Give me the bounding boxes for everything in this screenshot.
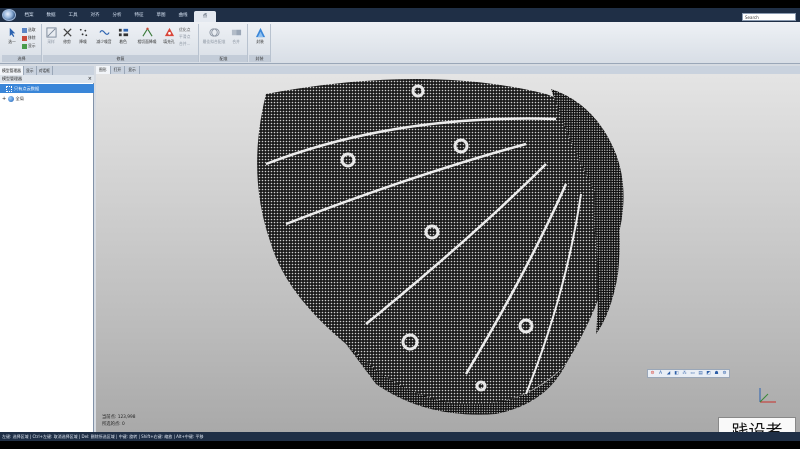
panel-tabs: 模型管理器 显示 对话框 — [0, 66, 94, 75]
expand-plus-icon[interactable]: + — [2, 96, 6, 102]
trim-button[interactable]: 修剪 — [59, 27, 75, 45]
fill-holes-icon — [164, 27, 174, 37]
mini-toolbar-button-6[interactable]: ▤ — [697, 371, 704, 377]
close-panel-icon[interactable]: × — [88, 75, 92, 83]
mini-toolbar-button-1[interactable]: A — [657, 371, 664, 377]
letterbox-bottom — [0, 441, 800, 449]
view-mini-toolbar: ⚙ A ◢ ◧ ⁂ ▭ ▤ ◩ ☗ ⚙ — [647, 369, 730, 378]
sample-button[interactable]: 采样 — [43, 27, 59, 45]
merge-more-button[interactable]: 合并... — [179, 41, 190, 47]
show-icon — [22, 43, 27, 49]
view-tab-0[interactable]: 图形 — [96, 66, 111, 74]
model-manager-panel: 模型管理器 显示 对话框 模型管理器 × 只有点云数据 + 全局 — [0, 66, 94, 432]
axis-triad-icon — [759, 388, 776, 403]
point-count-label: 当前点: 123,998 — [102, 415, 136, 420]
ribbon-tab-0[interactable]: 档案 — [18, 8, 40, 22]
ribbon-group-repair: 采样 修剪 降噪 减少噪音 着色 相切面降噪 填充孔 优化点 平滑点 合并... — [43, 24, 199, 62]
ribbon-tab-2[interactable]: 工具 — [62, 8, 84, 22]
panel-tab-0[interactable]: 模型管理器 — [0, 66, 24, 75]
reduce-noise-button[interactable]: 减少噪音 — [93, 27, 115, 45]
panel-tab-1[interactable]: 显示 — [24, 66, 37, 75]
select-one-button[interactable]: 选一 — [4, 27, 20, 45]
ribbon-tab-4[interactable]: 分析 — [106, 8, 128, 22]
select-all-icon — [22, 27, 27, 33]
ribbon-tab-3[interactable]: 对齐 — [84, 8, 106, 22]
mini-toolbar-button-0[interactable]: ⚙ — [649, 371, 656, 377]
optimize-points-button[interactable]: 优化点 — [179, 27, 190, 33]
mini-toolbar-button-4[interactable]: ⁂ — [681, 371, 688, 377]
ribbon-tab-5[interactable]: 特征 — [128, 8, 150, 22]
panel-title: 模型管理器 × — [0, 75, 94, 83]
fill-holes-button[interactable]: 填充孔 — [161, 27, 177, 45]
panel-tab-2[interactable]: 对话框 — [37, 66, 53, 75]
combine-icon — [231, 29, 241, 36]
letterbox-top — [0, 0, 800, 8]
ribbon-tabs: 档案 数据 工具 对齐 分析 特征 草图 曲线点 — [18, 8, 216, 25]
globe-icon — [7, 96, 14, 102]
select-arrow-icon — [9, 27, 15, 38]
mini-toolbar-button-3[interactable]: ◧ — [673, 371, 680, 377]
select-all-button[interactable]: 选取 — [22, 27, 36, 33]
reduce-noise-icon — [98, 30, 110, 35]
remove-button[interactable]: 移除 — [22, 35, 36, 41]
denoise-icon — [79, 28, 87, 37]
color-button[interactable]: 着色 — [115, 27, 131, 45]
ribbon: 选一 选取 移除 显示 选择 采样 修剪 降噪 减少噪音 着色 相切面降噪 填充… — [0, 22, 800, 64]
mini-toolbar-button-2[interactable]: ◢ — [665, 371, 672, 377]
ribbon-group-register: 最佳拟合配准 合并 配准 — [200, 24, 248, 62]
search-input[interactable] — [742, 13, 796, 21]
ribbon-tab-7[interactable]: 曲线 — [172, 8, 194, 22]
title-bar: 档案 数据 工具 对齐 分析 特征 草图 曲线点 — [0, 8, 800, 25]
denoise-button[interactable]: 降噪 — [75, 27, 91, 45]
point-cloud-shell — [257, 79, 776, 415]
wrap-button[interactable]: 封装 — [252, 27, 268, 45]
wrap-icon — [255, 27, 265, 38]
tree-item-global[interactable]: + 全局 — [0, 94, 94, 103]
group-title-select: 选择 — [2, 55, 41, 62]
app-logo-icon[interactable] — [2, 9, 16, 21]
view-tab-2[interactable]: 显示 — [125, 66, 140, 74]
best-fit-icon — [208, 28, 220, 37]
smooth-points-button[interactable]: 平滑点 — [179, 34, 190, 40]
selected-count-label: 所选的点: 0 — [102, 422, 125, 427]
view-tab-1[interactable]: 打开 — [111, 66, 126, 74]
best-fit-register-button[interactable]: 最佳拟合配准 — [202, 27, 226, 45]
ribbon-group-select: 选一 选取 移除 显示 选择 — [2, 24, 42, 62]
sample-icon — [45, 27, 57, 38]
view-tabs: 图形 打开 显示 — [96, 66, 800, 74]
remove-icon — [22, 35, 27, 41]
trim-icon — [62, 28, 72, 37]
mini-toolbar-button-8[interactable]: ☗ — [713, 371, 720, 377]
status-bar: 左键: 选择区域 | Ctrl+左键: 取消选择区域 | Del: 删除所选区域… — [0, 432, 800, 441]
ribbon-tab-6[interactable]: 草图 — [150, 8, 172, 22]
group-title-register: 配准 — [200, 55, 247, 62]
tree-item-point-cloud[interactable]: 只有点云数据 — [0, 84, 94, 93]
show-button[interactable]: 显示 — [22, 43, 36, 49]
combine-button[interactable]: 合并 — [228, 27, 244, 45]
group-title-wrap: 封装 — [249, 55, 270, 62]
mini-toolbar-button-5[interactable]: ▭ — [689, 371, 696, 377]
point-cloud-icon — [6, 86, 12, 92]
mini-toolbar-button-9[interactable]: ⚙ — [721, 371, 728, 377]
tangent-denoise-icon — [141, 27, 153, 37]
group-title-repair: 修复 — [43, 55, 198, 62]
mini-toolbar-button-7[interactable]: ◩ — [705, 371, 712, 377]
ribbon-tab-1[interactable]: 数据 — [40, 8, 62, 22]
ribbon-group-wrap: 封装 封装 — [249, 24, 271, 62]
3d-viewport[interactable]: 当前点: 123,998 所选的点: 0 ⚙ A ◢ ◧ ⁂ ▭ ▤ ◩ ☗ ⚙ — [96, 74, 800, 432]
color-icon — [118, 28, 128, 37]
tangent-denoise-button[interactable]: 相切面降噪 — [133, 27, 161, 45]
